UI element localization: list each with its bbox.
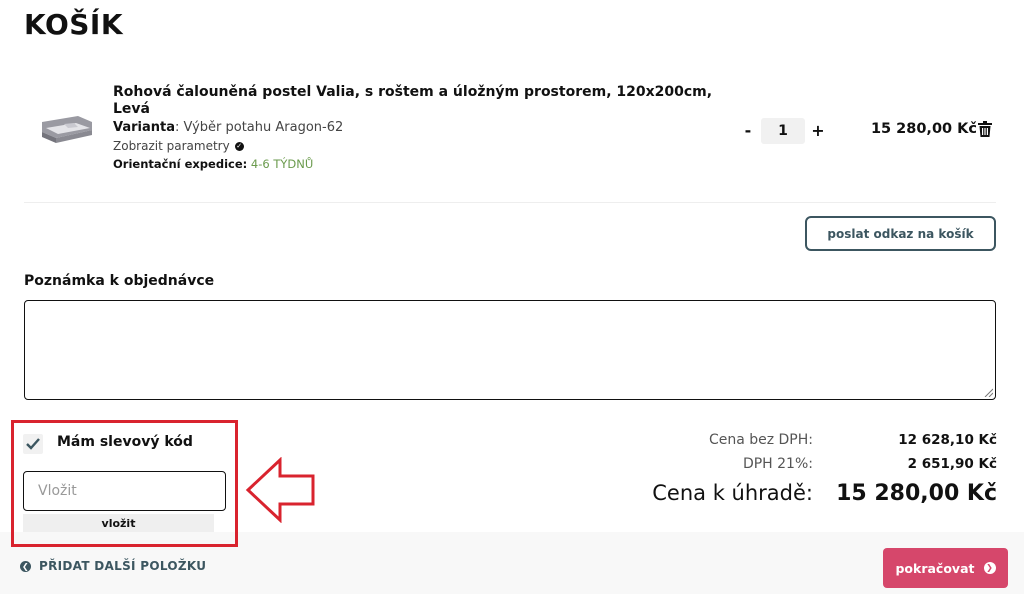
delivery-label: Orientační expedice: <box>113 157 248 171</box>
grand-total-value: 15 280,00 Kč <box>836 481 997 506</box>
delivery-estimate: Orientační expedice: 4-6 TÝDNŮ <box>113 157 313 171</box>
without-vat-label: Cena bez DPH: <box>708 432 813 448</box>
continue-label[interactable]: pokračovat <box>895 561 974 576</box>
discount-code-input[interactable] <box>23 471 226 511</box>
quantity-input[interactable] <box>761 118 805 144</box>
quantity-decrease-button[interactable]: - <box>740 119 756 141</box>
order-note-textarea[interactable] <box>24 300 996 400</box>
apply-discount-button[interactable]: vložit <box>23 514 214 532</box>
variant-value: : Výběr potahu Aragon-62 <box>175 120 344 135</box>
divider <box>24 202 996 203</box>
without-vat-value: 12 628,10 Kč <box>898 432 997 448</box>
checkmark-icon <box>26 438 40 450</box>
vat-value: 2 651,90 Kč <box>907 456 997 472</box>
add-more-label[interactable]: PŘIDAT DALŠÍ POLOŽKU <box>39 559 206 573</box>
show-params-link[interactable]: Zobrazit parametry ✓ <box>113 139 244 153</box>
share-cart-button[interactable]: poslat odkaz na košík <box>805 216 996 251</box>
product-name[interactable]: Rohová čalouněná postel Valia, s roštem … <box>113 84 723 118</box>
grand-total-row: Cena k úhradě: 15 280,00 Kč <box>560 481 997 506</box>
discount-checkbox[interactable] <box>23 434 43 454</box>
bed-thumbnail[interactable] <box>34 106 96 150</box>
line-price: 15 280,00 Kč <box>870 121 977 137</box>
chevron-left-circle-icon: ❮ <box>20 560 31 572</box>
product-variant: Varianta: Výběr potahu Aragon-62 <box>113 120 343 135</box>
arrow-left-icon <box>245 457 315 523</box>
add-more-items-link[interactable]: ❮ PŘIDAT DALŠÍ POLOŽKU <box>20 559 206 573</box>
order-note-label: Poznámka k objednávce <box>24 273 215 289</box>
variant-label: Varianta <box>113 120 176 135</box>
total-without-vat-row: Cena bez DPH: 12 628,10 Kč <box>560 432 997 448</box>
delivery-value: 4-6 TÝDNŮ <box>250 157 314 171</box>
continue-button[interactable]: pokračovat ❯ <box>883 548 1008 588</box>
chevron-right-circle-icon: ❯ <box>983 562 996 574</box>
vat-label: DPH 21%: <box>742 456 813 472</box>
show-params-label[interactable]: Zobrazit parametry <box>113 139 230 153</box>
check-circle-icon: ✓ <box>234 141 244 151</box>
vat-row: DPH 21%: 2 651,90 Kč <box>560 456 997 472</box>
trash-icon[interactable] <box>978 121 992 137</box>
quantity-increase-button[interactable]: + <box>810 119 826 141</box>
discount-checkbox-label[interactable]: Mám slevový kód <box>57 434 193 450</box>
grand-total-label: Cena k úhradě: <box>652 481 813 505</box>
page-title: KOŠÍK <box>24 8 124 41</box>
